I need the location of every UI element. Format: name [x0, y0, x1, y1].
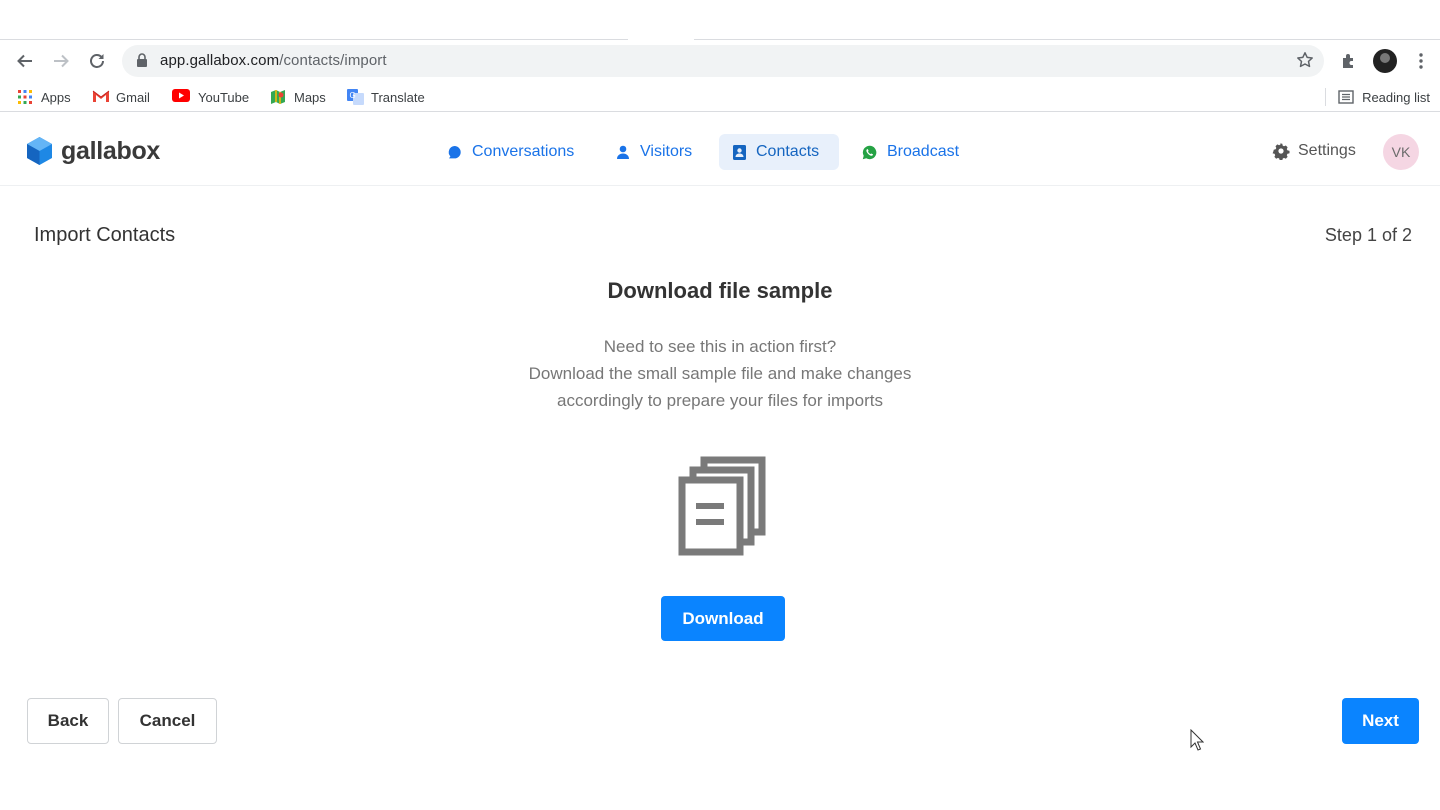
reading-list-label: Reading list: [1362, 89, 1430, 105]
step-indicator: Step 1 of 2: [1324, 225, 1412, 245]
maps-icon: [270, 89, 286, 105]
apps-grid-icon: [17, 89, 33, 105]
reading-list-icon: [1338, 90, 1354, 104]
svg-text:G: G: [350, 91, 356, 100]
url-text: app.gallabox.com/contacts/import: [160, 52, 387, 69]
bookmark-label: Gmail: [116, 89, 150, 105]
bookmark-label: Apps: [41, 89, 71, 105]
description-line: accordingly to prepare your files for im…: [557, 391, 883, 410]
extensions-puzzle-icon[interactable]: [1336, 48, 1362, 74]
profile-avatar-icon[interactable]: [1372, 48, 1398, 74]
bookmark-star-icon[interactable]: [1296, 51, 1314, 74]
bookmark-apps[interactable]: Apps: [17, 87, 71, 107]
address-bar[interactable]: app.gallabox.com/contacts/import: [122, 45, 1324, 77]
description-line: Need to see this in action first?: [603, 337, 837, 356]
bookmark-label: YouTube: [198, 89, 250, 105]
description-line: Download the small sample file and make …: [528, 364, 912, 383]
bookmark-gmail[interactable]: Gmail: [92, 87, 150, 107]
reload-icon[interactable]: [84, 48, 110, 74]
cancel-button[interactable]: Cancel: [118, 698, 217, 744]
bookmark-maps[interactable]: Maps: [270, 87, 326, 107]
bookmarks-bar: Apps Gmail YouTube Maps G Translate Read…: [0, 82, 1440, 112]
bookmark-label: Maps: [294, 89, 326, 105]
browser-tab-strip: [0, 0, 1440, 40]
settings-link[interactable]: Settings: [1272, 142, 1356, 160]
logo-text: gallabox: [61, 136, 161, 165]
nav-label: Broadcast: [887, 143, 960, 160]
gallabox-logo[interactable]: gallabox: [26, 136, 160, 166]
youtube-icon: [172, 89, 190, 105]
gallabox-cube-icon: [26, 136, 53, 166]
forward-arrow-icon[interactable]: [48, 48, 74, 74]
back-button[interactable]: Back: [27, 698, 109, 744]
browser-toolbar: app.gallabox.com/contacts/import: [0, 40, 1440, 82]
bookmark-youtube[interactable]: YouTube: [172, 87, 249, 107]
nav-label: Visitors: [640, 143, 693, 160]
browser-menu-icon[interactable]: [1408, 48, 1434, 74]
documents-icon: [678, 456, 770, 556]
gear-icon: [1272, 142, 1290, 160]
bookmark-label: Translate: [371, 89, 425, 105]
nav-broadcast[interactable]: Broadcast: [848, 134, 973, 170]
settings-label: Settings: [1298, 142, 1356, 159]
back-arrow-icon[interactable]: [12, 48, 38, 74]
nav-contacts[interactable]: Contacts: [719, 134, 839, 170]
person-icon: [616, 145, 630, 160]
app-header: gallabox Conversations Visitors Contacts…: [0, 118, 1440, 186]
nav-label: Conversations: [472, 143, 575, 160]
mouse-cursor-icon: [1190, 728, 1205, 756]
chat-bubble-icon: [447, 145, 462, 160]
bookmarks-separator: [1325, 88, 1327, 106]
user-avatar[interactable]: VK: [1383, 134, 1419, 170]
next-button[interactable]: Next: [1342, 698, 1419, 744]
lock-icon: [136, 53, 148, 73]
nav-visitors[interactable]: Visitors: [602, 134, 706, 170]
page-title: Import Contacts: [34, 224, 176, 246]
url-host: app.gallabox.com: [160, 52, 280, 69]
nav-conversations[interactable]: Conversations: [433, 134, 588, 170]
url-path: /contacts/import: [279, 52, 387, 69]
download-button[interactable]: Download: [661, 596, 785, 641]
contact-card-icon: [733, 144, 746, 160]
section-title: Download file sample: [607, 278, 833, 303]
nav-label: Contacts: [756, 143, 820, 160]
bookmark-translate[interactable]: G Translate: [347, 87, 425, 107]
reading-list[interactable]: Reading list: [1325, 87, 1430, 107]
gmail-icon: [92, 89, 110, 105]
whatsapp-icon: [862, 145, 877, 160]
translate-icon: G: [347, 89, 364, 105]
